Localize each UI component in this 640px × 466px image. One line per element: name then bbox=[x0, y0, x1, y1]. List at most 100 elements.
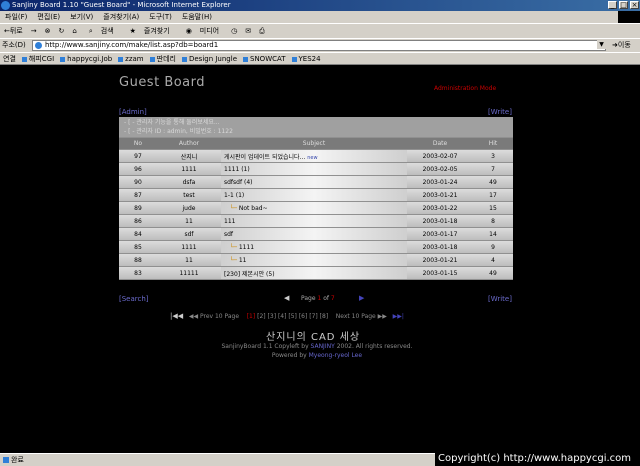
row-subject-text[interactable]: 1111 bbox=[239, 244, 254, 251]
page-link-1[interactable]: [1] bbox=[247, 313, 256, 320]
row-date: 2003-01-21 bbox=[407, 189, 473, 201]
next-10-pages-button[interactable]: Next 10 Page ▶▶ bbox=[336, 313, 387, 320]
row-date: 2003-02-07 bbox=[407, 150, 473, 162]
row-subject[interactable]: sdfsdf (4) bbox=[221, 176, 407, 188]
link-snowcat[interactable]: SNOWCAT bbox=[240, 53, 289, 64]
row-subject[interactable]: [230] 제본시안 (5) bbox=[221, 267, 407, 279]
write-link[interactable]: [Write] bbox=[488, 108, 512, 116]
prev-10-pages-button[interactable]: ◀◀ Prev 10 Page bbox=[189, 313, 239, 320]
row-subject[interactable]: └─ 11 bbox=[221, 254, 407, 266]
close-button[interactable]: × bbox=[630, 1, 639, 9]
link-design-jungle[interactable]: Design Jungle bbox=[179, 53, 240, 64]
go-button[interactable]: ➜이동 bbox=[612, 39, 631, 52]
favorites-button[interactable]: ★ 즐겨찾기 bbox=[122, 24, 178, 38]
back-button[interactable]: ←뒤로 bbox=[0, 24, 27, 38]
table-row[interactable]: 83 11111 [230] 제본시안 (5) 2003-01-15 49 bbox=[119, 267, 513, 279]
table-row[interactable]: 88 11 └─ 11 2003-01-21 4 bbox=[119, 254, 513, 266]
table-row[interactable]: 86 11 111 2003-01-18 8 bbox=[119, 215, 513, 227]
page-link-8[interactable]: [8] bbox=[320, 313, 329, 320]
menu-file[interactable]: 파일(F) bbox=[0, 11, 32, 23]
forward-button[interactable]: → bbox=[27, 24, 41, 38]
admin-mode-label[interactable]: Administration Mode bbox=[434, 85, 496, 92]
page-link-3[interactable]: [3] bbox=[268, 313, 277, 320]
media-button[interactable]: ◉ 미디어 bbox=[178, 24, 227, 38]
row-subject-text[interactable]: sdfsdf bbox=[224, 179, 242, 186]
menu-edit[interactable]: 편집(E) bbox=[32, 11, 65, 23]
refresh-icon[interactable]: ↻ bbox=[55, 24, 69, 38]
admin-link[interactable]: [Admin] bbox=[119, 108, 147, 116]
first-page-button[interactable]: |◀◀ bbox=[170, 312, 183, 320]
link-happycgi-job[interactable]: happycgi.Job bbox=[57, 53, 115, 64]
mail-icon[interactable]: ✉ bbox=[241, 24, 255, 38]
row-subject[interactable]: 게시판이 업데이트 되었습니다... new bbox=[221, 150, 407, 162]
row-subject-text[interactable]: Not bad~ bbox=[239, 205, 268, 212]
address-input[interactable]: http://www.sanjiny.com/make/list.asp?db=… bbox=[32, 40, 606, 51]
row-subject-text[interactable]: [230] 제본시안 bbox=[224, 271, 264, 278]
row-subject[interactable]: └─ Not bad~ bbox=[221, 202, 407, 214]
table-row[interactable]: 85 1111 └─ 1111 2003-01-18 9 bbox=[119, 241, 513, 253]
row-author[interactable]: 11111 bbox=[157, 267, 221, 279]
menu-favorites[interactable]: 즐겨찾기(A) bbox=[98, 11, 144, 23]
row-subject-text[interactable]: 1-1 bbox=[224, 192, 234, 199]
write-link-bottom[interactable]: [Write] bbox=[488, 295, 512, 303]
row-author[interactable]: 11 bbox=[157, 215, 221, 227]
table-row[interactable]: 87 test 1-1 (1) 2003-01-21 17 bbox=[119, 189, 513, 201]
row-author[interactable]: dsfa bbox=[157, 176, 221, 188]
page-link-2[interactable]: [2] bbox=[257, 313, 266, 320]
home-icon[interactable]: ⌂ bbox=[68, 24, 80, 38]
link-yes24[interactable]: YES24 bbox=[289, 53, 324, 64]
maximize-button[interactable]: □ bbox=[619, 1, 628, 9]
copyright-text-b: 2002. All rights reserved. bbox=[336, 343, 413, 350]
link-ttanderi[interactable]: 딴데리 bbox=[147, 53, 179, 64]
row-subject[interactable]: 111 bbox=[221, 215, 407, 227]
row-subject[interactable]: └─ 1111 bbox=[221, 241, 407, 253]
window-title: SanJiny Board 1.10 "Guest Board" - Micro… bbox=[12, 1, 231, 9]
row-author[interactable]: jude bbox=[157, 202, 221, 214]
menu-tools[interactable]: 도구(T) bbox=[144, 11, 177, 23]
row-author[interactable]: 산지니 bbox=[157, 150, 221, 162]
developer-link[interactable]: Myeong-ryeol Lee bbox=[309, 352, 362, 359]
page-link-7[interactable]: [7] bbox=[309, 313, 318, 320]
menu-help[interactable]: 도움말(H) bbox=[177, 11, 217, 23]
page-title: Guest Board bbox=[119, 75, 206, 90]
table-row[interactable]: 89 jude └─ Not bad~ 2003-01-22 15 bbox=[119, 202, 513, 214]
search-button[interactable]: ⌕ 검색 bbox=[81, 24, 122, 38]
link-happycgi[interactable]: 해피CGI bbox=[19, 53, 57, 64]
print-icon[interactable]: ⎙ bbox=[255, 24, 269, 38]
row-subject[interactable]: 1-1 (1) bbox=[221, 189, 407, 201]
notice-box: - [ - 관리자 기능을 통해 둘러보세요... - [ - 관리자 ID :… bbox=[119, 117, 513, 137]
row-author[interactable]: 11 bbox=[157, 254, 221, 266]
next-page-icon[interactable]: ▶ bbox=[359, 294, 364, 302]
page-link-4[interactable]: [4] bbox=[278, 313, 287, 320]
page-navigation: |◀◀ ◀◀ Prev 10 Page [1] [2] [3] [4] [5] … bbox=[170, 312, 404, 320]
table-row[interactable]: 96 1111 1111 (1) 2003-02-05 7 bbox=[119, 163, 513, 175]
page-link-6[interactable]: [6] bbox=[299, 313, 308, 320]
table-row[interactable]: 97 산지니 게시판이 업데이트 되었습니다... new 2003-02-07 3 bbox=[119, 150, 513, 162]
row-subject[interactable]: 1111 (1) bbox=[221, 163, 407, 175]
row-subject-text[interactable]: sdf bbox=[224, 231, 233, 238]
row-subject[interactable]: sdf bbox=[221, 228, 407, 240]
row-subject-text[interactable]: 111 bbox=[224, 218, 235, 225]
page-icon bbox=[35, 42, 42, 49]
author-link[interactable]: SANJINY bbox=[311, 343, 335, 350]
page-link-5[interactable]: [5] bbox=[288, 313, 297, 320]
stop-icon[interactable]: ⊗ bbox=[41, 24, 55, 38]
menu-view[interactable]: 보기(V) bbox=[65, 11, 98, 23]
row-author[interactable]: test bbox=[157, 189, 221, 201]
row-author[interactable]: 1111 bbox=[157, 241, 221, 253]
row-subject-text[interactable]: 1111 bbox=[224, 166, 239, 173]
last-page-button[interactable]: ▶▶| bbox=[393, 313, 404, 320]
prev-page-icon[interactable]: ◀ bbox=[284, 294, 289, 302]
search-link[interactable]: [Search] bbox=[119, 295, 149, 303]
site-title: 산지니의 CAD 세상 bbox=[266, 332, 361, 343]
link-zzam[interactable]: zzam bbox=[115, 53, 146, 64]
table-row[interactable]: 90 dsfa sdfsdf (4) 2003-01-24 49 bbox=[119, 176, 513, 188]
address-dropdown-icon[interactable]: ▼ bbox=[597, 40, 606, 49]
row-subject-text[interactable]: 11 bbox=[239, 257, 247, 264]
history-icon[interactable]: ◷ bbox=[227, 24, 241, 38]
table-row[interactable]: 84 sdf sdf 2003-01-17 14 bbox=[119, 228, 513, 240]
row-subject-text[interactable]: 게시판이 업데이트 되었습니다... bbox=[224, 154, 305, 161]
row-author[interactable]: 1111 bbox=[157, 163, 221, 175]
minimize-button[interactable]: _ bbox=[608, 1, 617, 9]
row-author[interactable]: sdf bbox=[157, 228, 221, 240]
